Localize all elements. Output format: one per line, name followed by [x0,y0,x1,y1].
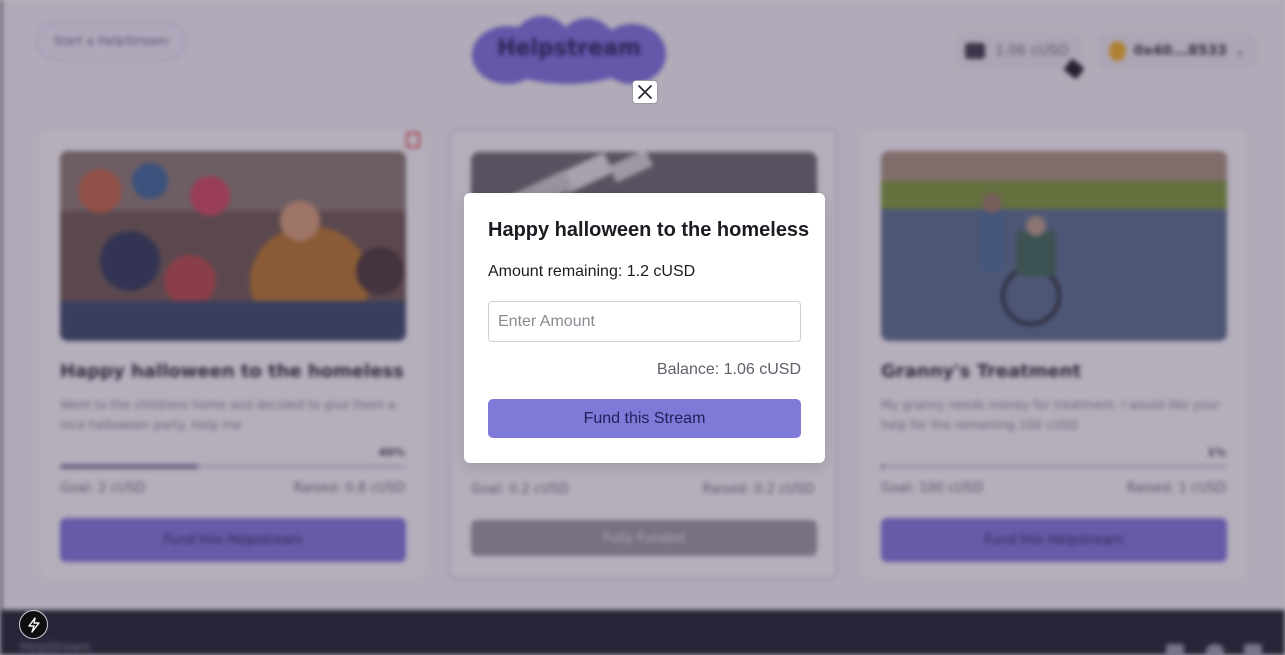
close-icon [638,85,652,99]
amount-input[interactable] [488,301,801,342]
fund-stream-button[interactable]: Fund this Stream [488,399,801,438]
balance-text: Balance: 1.06 cUSD [656,361,801,378]
nextjs-dev-badge[interactable] [19,610,48,639]
amount-remaining: Amount remaining: 1.2 cUSD [488,263,696,280]
fund-stream-modal: Happy halloween to the homeless Amount r… [464,193,825,463]
close-modal-button[interactable] [632,80,658,104]
lightning-icon [27,616,40,633]
modal-title: Happy halloween to the homeless [488,219,810,241]
